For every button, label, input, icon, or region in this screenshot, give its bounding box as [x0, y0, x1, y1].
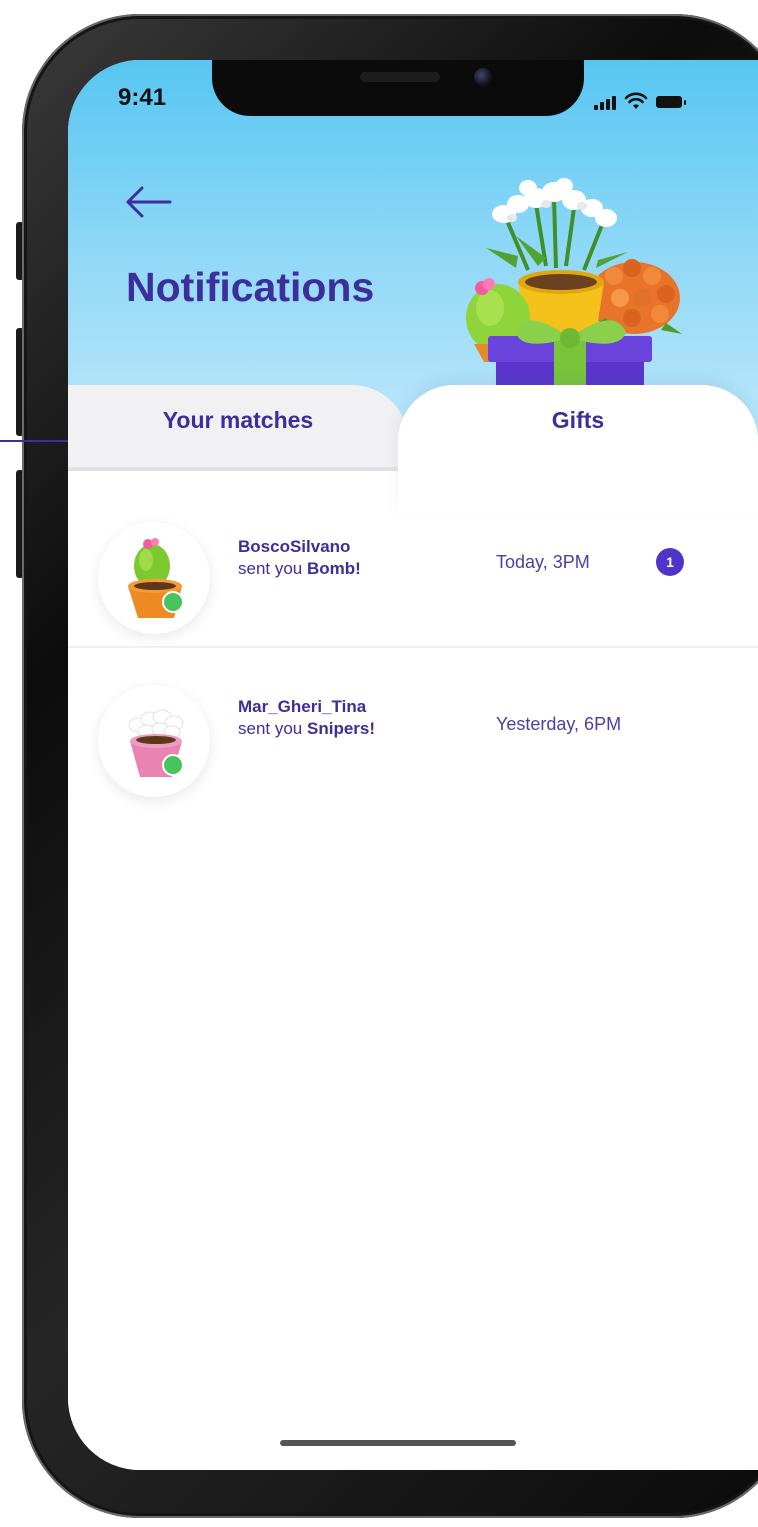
sender-name: BoscoSilvano — [238, 537, 351, 556]
unread-badge: 1 — [656, 548, 684, 576]
notification-item[interactable]: BoscoSilvano sent you Bomb! Today, 3PM 1 — [68, 500, 758, 648]
avatar — [98, 522, 210, 634]
notch — [212, 60, 584, 116]
notification-message: sent you Snipers! — [238, 718, 375, 740]
notification-item[interactable]: Mar_Gheri_Tina sent you Snipers! Yesterd… — [68, 670, 758, 820]
home-indicator[interactable] — [280, 1440, 516, 1446]
front-camera — [474, 68, 492, 86]
app-screen: 9:41 Notifications Your matches Gifts Bo… — [68, 60, 758, 1470]
notification-time: Today, 3PM — [496, 552, 590, 572]
notification-text: Mar_Gheri_Tina sent you Snipers! — [238, 696, 375, 740]
tab-your-matches-label: Your matches — [162, 407, 314, 433]
status-time: 9:41 — [118, 84, 167, 111]
back-arrow-icon[interactable] — [120, 184, 176, 220]
notification-message: sent you Bomb! — [238, 558, 361, 580]
online-status-indicator — [162, 591, 184, 613]
tab-your-matches[interactable]: Your matches — [68, 385, 408, 467]
notification-text: BoscoSilvano sent you Bomb! — [238, 536, 361, 580]
cactus-plant-icon — [128, 538, 182, 618]
wifi-icon — [624, 92, 648, 109]
avatar — [98, 685, 210, 797]
tab-gifts-label: Gifts — [551, 407, 605, 433]
online-status-indicator — [162, 754, 184, 776]
white-flowers-plant-icon — [128, 709, 184, 777]
status-icons — [594, 86, 686, 110]
battery-icon — [656, 96, 686, 108]
page-title: Notifications — [126, 264, 375, 310]
action-text: sent you — [238, 559, 303, 578]
gift-name: Snipers! — [307, 719, 376, 738]
speaker-grille — [360, 72, 440, 82]
sender-name: Mar_Gheri_Tina — [238, 697, 367, 716]
gift-name: Bomb! — [307, 559, 361, 578]
notification-time: Yesterday, 6PM — [496, 714, 622, 734]
signal-icon — [594, 94, 616, 110]
tab-gifts[interactable]: Gifts — [398, 385, 758, 515]
action-text: sent you — [238, 719, 303, 738]
